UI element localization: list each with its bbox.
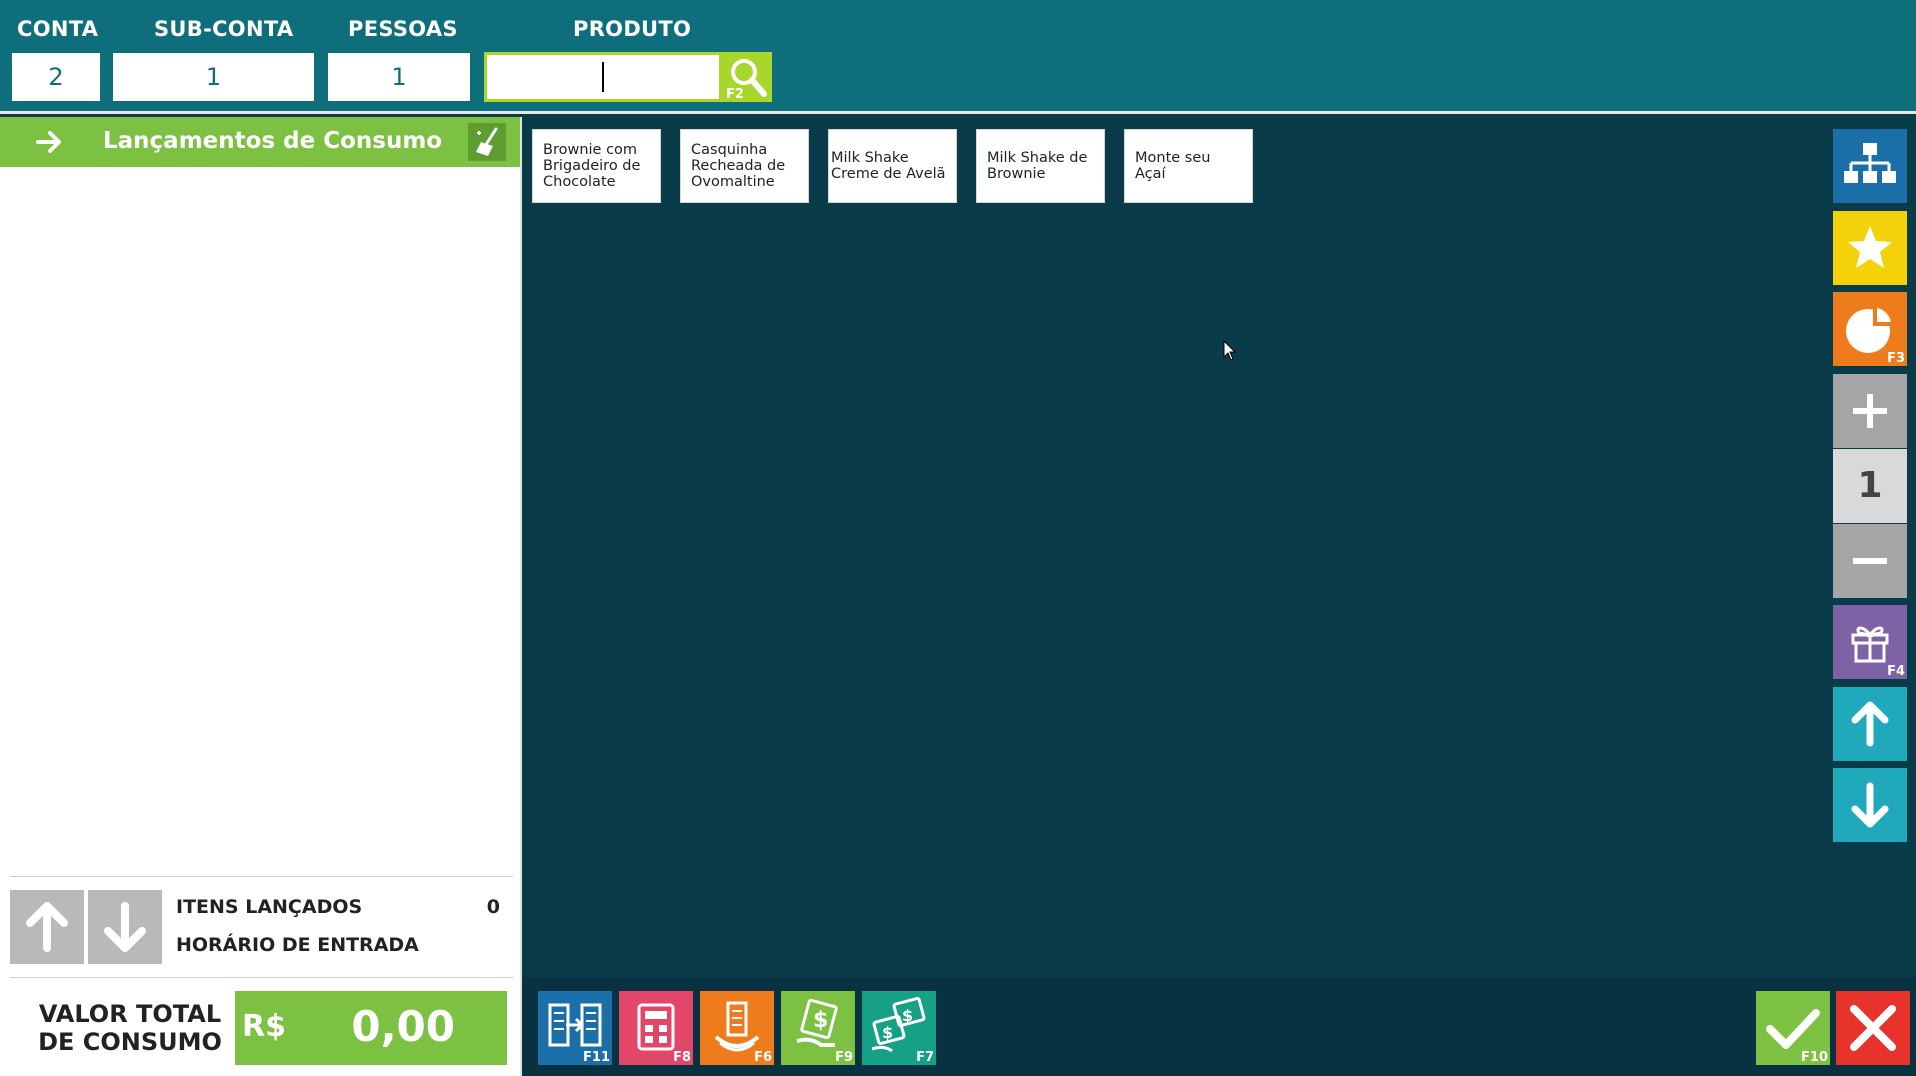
plus-icon: [1853, 394, 1887, 428]
horario-entrada-label: HORÁRIO DE ENTRADA: [176, 934, 419, 956]
increase-quantity-button[interactable]: [1833, 374, 1907, 448]
svg-text:$: $: [813, 1008, 828, 1033]
svg-text:$: $: [882, 1023, 893, 1042]
arrow-right-icon[interactable]: [36, 129, 64, 155]
categories-button[interactable]: [1833, 129, 1907, 203]
mouse-cursor-icon: [1223, 340, 1237, 361]
consumption-title: Lançamentos de Consumo: [103, 128, 443, 154]
search-shortcut: F2: [726, 87, 744, 102]
arrow-up-icon: [1851, 701, 1889, 747]
fraction-shortcut: F3: [1887, 351, 1905, 366]
pessoas-field[interactable]: 1: [328, 53, 470, 101]
produto-label: PRODUTO: [573, 17, 692, 41]
fraction-button[interactable]: F3: [1833, 292, 1907, 366]
gift-shortcut: F4: [1887, 664, 1905, 679]
subconta-label: SUB-CONTA: [154, 17, 294, 41]
decrease-quantity-button[interactable]: [1833, 524, 1907, 598]
transfer-button[interactable]: F11: [538, 991, 612, 1065]
total-value: 0,00: [351, 1002, 455, 1051]
consumption-panel: Lançamentos de Consumo ITENS LANÇADOS 0 …: [0, 117, 520, 1076]
product-button[interactable]: Monte seu Açaí: [1124, 129, 1253, 203]
top-bar: CONTA 2 SUB-CONTA 1 PESSOAS 1 PRODUTO F2: [0, 0, 1916, 114]
scroll-up-button[interactable]: [10, 890, 84, 964]
calculator-button[interactable]: F8: [619, 991, 693, 1065]
conta-field[interactable]: 2: [12, 53, 100, 101]
total-label-line1: VALOR TOTAL: [38, 1000, 222, 1028]
itens-lancados-label: ITENS LANÇADOS: [176, 896, 363, 918]
separator: [10, 876, 513, 877]
quantity-display: 1: [1833, 449, 1907, 523]
conta-label: CONTA: [17, 17, 99, 41]
calculator-shortcut: F8: [673, 1050, 691, 1065]
pessoas-label: PESSOAS: [348, 17, 458, 41]
arrow-down-icon: [104, 902, 146, 952]
product-button[interactable]: Casquinha Recheada de Ovomaltine: [680, 129, 809, 203]
arrow-up-icon: [26, 902, 68, 952]
total-label: VALOR TOTAL DE CONSUMO: [20, 1000, 240, 1056]
gift-button[interactable]: F4: [1833, 605, 1907, 679]
cancel-button[interactable]: [1836, 991, 1910, 1065]
scroll-down-button[interactable]: [88, 890, 162, 964]
text-caret: [602, 62, 604, 92]
favorites-button[interactable]: [1833, 211, 1907, 285]
arrow-down-icon: [1851, 782, 1889, 828]
subconta-field[interactable]: 1: [113, 53, 314, 101]
product-button[interactable]: Brownie com Brigadeiro de Chocolate: [532, 129, 661, 203]
star-icon: [1848, 226, 1892, 268]
clear-items-button[interactable]: [468, 123, 506, 161]
product-search-button[interactable]: F2: [722, 52, 772, 102]
broom-icon: [476, 127, 498, 156]
split-payment-shortcut: F7: [916, 1050, 934, 1065]
panel-divider: [520, 117, 522, 1076]
consumption-header: Lançamentos de Consumo: [0, 117, 520, 167]
split-payment-button[interactable]: $ $ F7: [862, 991, 936, 1065]
confirm-shortcut: F10: [1801, 1050, 1828, 1065]
confirm-button[interactable]: F10: [1756, 991, 1830, 1065]
scroll-products-up-button[interactable]: [1833, 687, 1907, 761]
total-display: R$ 0,00: [235, 991, 507, 1065]
currency-symbol: R$: [242, 1009, 286, 1044]
receipt-button[interactable]: F6: [700, 991, 774, 1065]
total-label-line2: DE CONSUMO: [38, 1028, 222, 1056]
itens-lancados-value: 0: [486, 896, 500, 918]
svg-text:$: $: [902, 1006, 913, 1025]
product-button[interactable]: Milk Shake Creme de Avelã: [828, 129, 957, 203]
payment-shortcut: F9: [835, 1050, 853, 1065]
close-icon: [1850, 1005, 1896, 1051]
separator: [10, 977, 513, 978]
scroll-products-down-button[interactable]: [1833, 768, 1907, 842]
product-button[interactable]: Milk Shake de Brownie: [976, 129, 1105, 203]
minus-icon: [1853, 558, 1887, 564]
transfer-shortcut: F11: [583, 1050, 610, 1065]
receipt-shortcut: F6: [754, 1050, 772, 1065]
tree-icon: [1844, 143, 1896, 183]
payment-button[interactable]: $ F9: [781, 991, 855, 1065]
